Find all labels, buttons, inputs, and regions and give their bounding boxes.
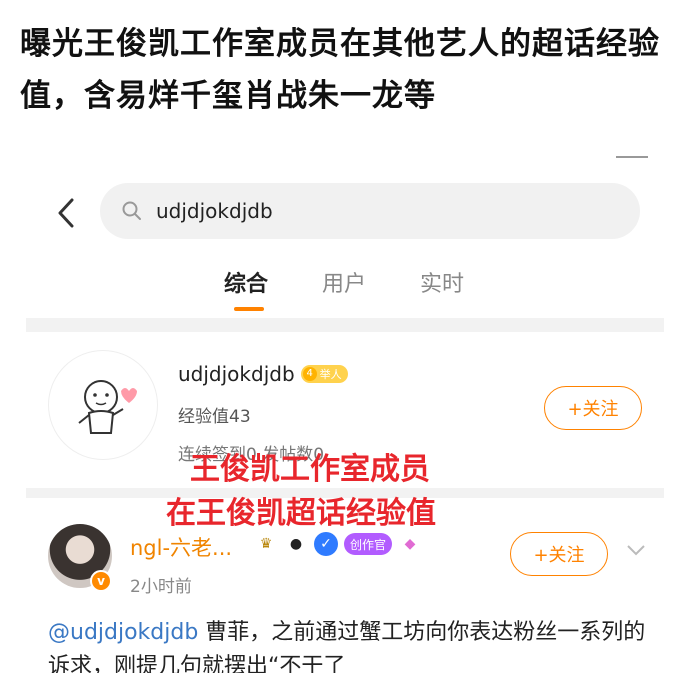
search-input[interactable]: udjdjokdjdb [100,183,640,239]
cartoon-avatar-icon [78,380,137,434]
overlay-caption-line1: 王俊凯工作室成员 [190,452,430,487]
experience-value: 经验值43 [178,407,251,427]
post-author[interactable]: ngl-六老... [130,532,232,562]
panda-icon: ● [289,536,303,552]
mention-link[interactable]: @udjdjokdjdb [48,620,198,645]
app-screenshot: udjdjokdjdb 综合 用户 实时 udjdjokdjdb 4 举人 经验… [26,150,664,673]
search-query: udjdjokdjdb [156,199,273,223]
level-number: 4 [302,367,317,381]
follow-button[interactable]: +关注 [510,532,608,576]
chevron-down-icon[interactable] [624,538,648,562]
follow-button[interactable]: +关注 [544,386,642,430]
author-badges: ♛ ● ✓ 创作官 ◆ [254,532,422,556]
active-tab-indicator [234,307,264,311]
tab-bar: 综合 用户 实时 [26,260,664,312]
tab-comprehensive[interactable]: 综合 [224,266,268,298]
shield-icon: ✓ [314,532,338,556]
tab-users[interactable]: 用户 [322,266,366,298]
search-icon [122,200,144,222]
post-text: @udjdjokdjdb 曹菲，之前通过蟹工坊向你表达粉丝一系列的诉求，刚提几句… [48,616,658,673]
overlay-caption-line2: 在王俊凯超话经验值 [166,496,436,531]
verified-badge: v [90,570,112,592]
gem-icon: ◆ [404,536,416,552]
creator-badge: 创作官 [344,533,393,555]
post-time: 2小时前 [130,577,192,597]
section-divider [26,318,664,332]
article-headline: 曝光王俊凯工作室成员在其他艺人的超话经验值，含易烊千玺肖战朱一龙等 [20,26,660,114]
chevron-left-icon [58,198,74,228]
level-badge: 4 举人 [300,365,348,383]
crown-icon: ♛ [259,536,273,552]
username[interactable]: udjdjokdjdb 4 举人 [178,362,348,386]
username-text: udjdjokdjdb [178,362,295,386]
back-button[interactable] [51,195,81,231]
status-divider [616,156,648,158]
avatar[interactable] [48,350,158,460]
level-title: 举人 [319,368,342,381]
tab-realtime[interactable]: 实时 [420,266,464,298]
